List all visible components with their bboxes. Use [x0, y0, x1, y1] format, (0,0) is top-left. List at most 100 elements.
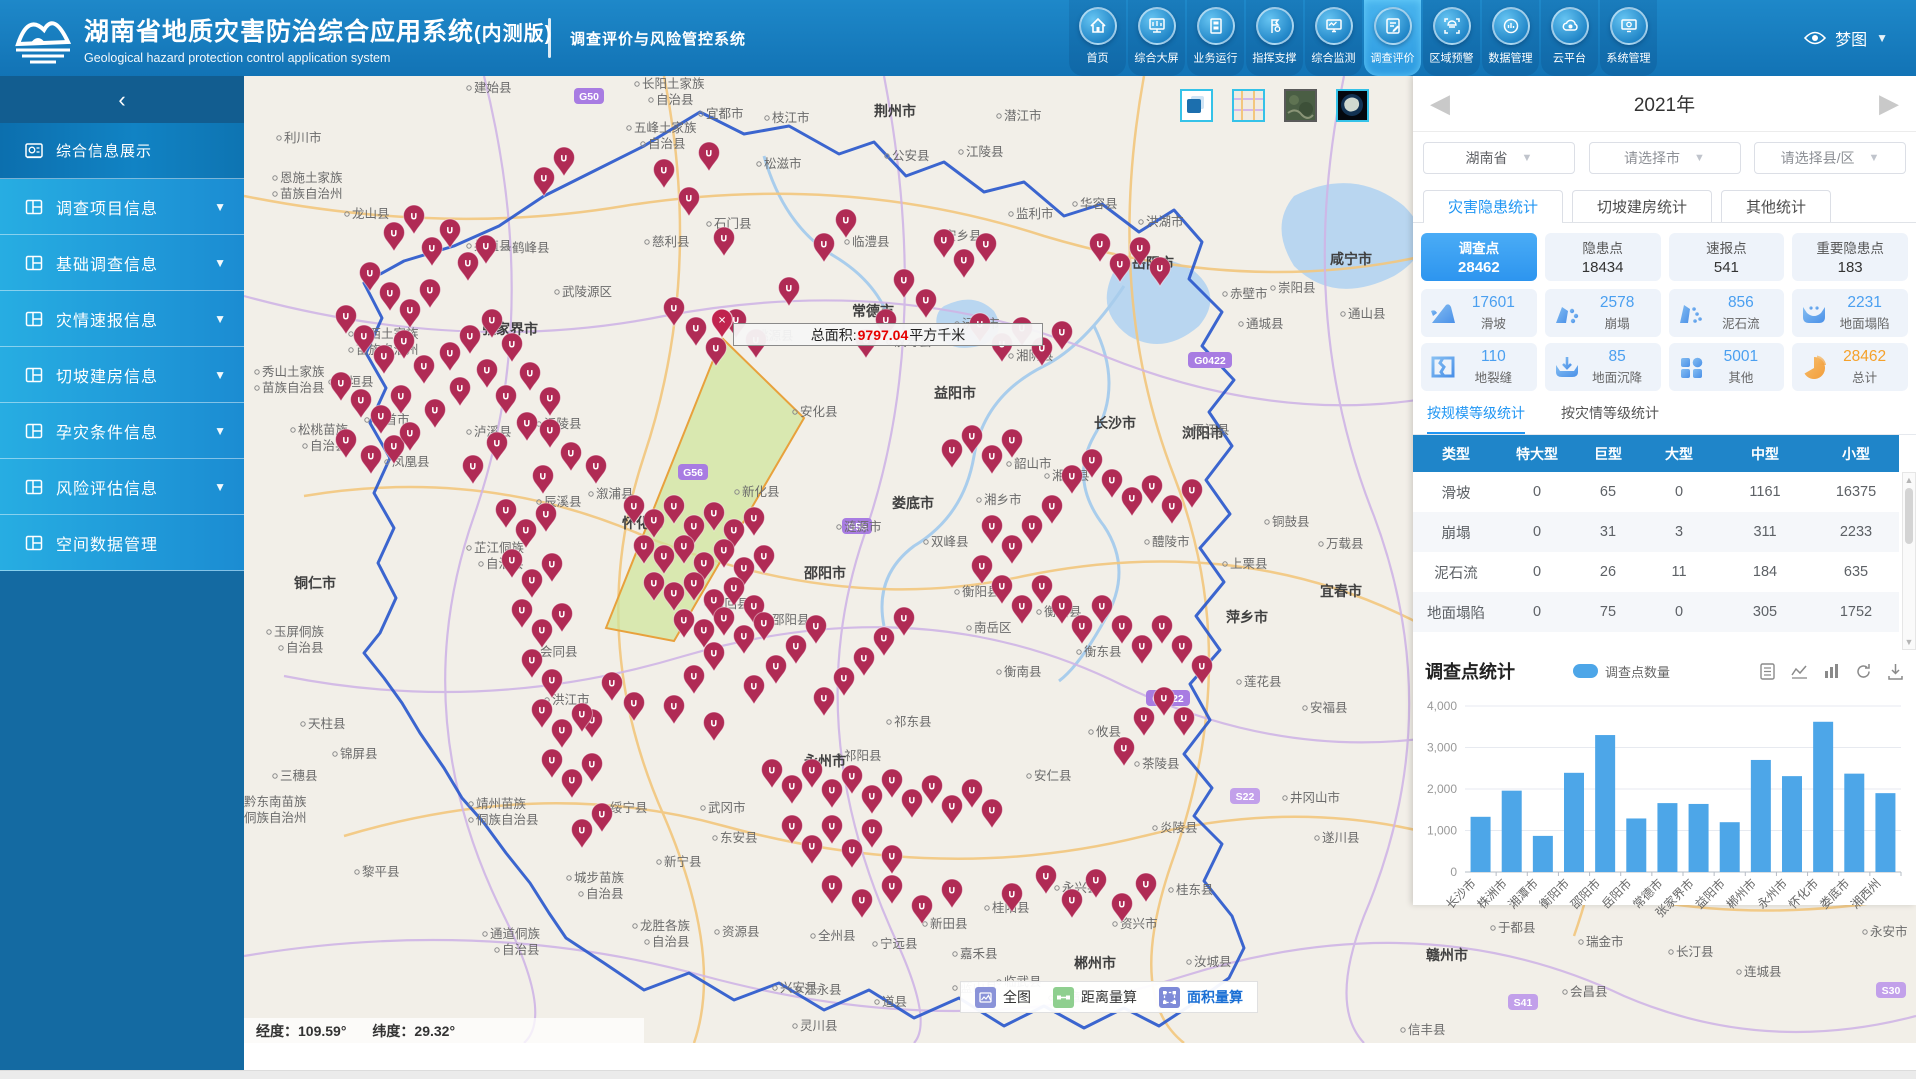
- chart-legend[interactable]: 调查点数量: [1573, 662, 1670, 681]
- select-value: 湖南省: [1466, 148, 1508, 168]
- summary-card-4[interactable]: 重要隐患点183: [1792, 233, 1908, 281]
- bar-长沙市[interactable]: [1471, 817, 1491, 872]
- map-place-label: 连城县: [1737, 964, 1782, 979]
- scroll-down-icon[interactable]: ▼: [1903, 635, 1915, 649]
- bar-永州市[interactable]: [1782, 776, 1802, 872]
- svg-text:万载县: 万载县: [1326, 537, 1364, 551]
- table-row[interactable]: 地面塌陷07503051752: [1413, 592, 1899, 632]
- nav-item-survey[interactable]: 调查评价: [1364, 0, 1421, 76]
- bar-益阳市[interactable]: [1720, 822, 1740, 872]
- stat-card-landslide[interactable]: 17601滑坡: [1421, 289, 1537, 337]
- stat-tab-3[interactable]: 其他统计: [1721, 190, 1831, 222]
- nav-item-bigscreen[interactable]: 综合大屏: [1128, 0, 1185, 76]
- nav-item-command[interactable]: 指挥支撑: [1246, 0, 1303, 76]
- nav-item-data[interactable]: 数据管理: [1482, 0, 1539, 76]
- region-select-1[interactable]: 湖南省▼: [1423, 142, 1575, 174]
- table-row[interactable]: 泥石流02611184635: [1413, 552, 1899, 592]
- sidebar-collapse-button[interactable]: ‹: [0, 76, 244, 123]
- year-next-button[interactable]: ▶: [1874, 88, 1904, 119]
- refresh-icon[interactable]: [1855, 663, 1872, 680]
- map-tool-fullmap[interactable]: 全图: [975, 987, 1031, 1008]
- map-place-label: 宜都市: [699, 106, 744, 121]
- bar-常德市[interactable]: [1657, 803, 1677, 872]
- street-map-icon[interactable]: [1232, 89, 1265, 122]
- svg-text:∪: ∪: [948, 445, 957, 457]
- table-scrollbar[interactable]: ▲ ▼: [1902, 472, 1916, 650]
- bar-株洲市[interactable]: [1502, 791, 1522, 872]
- survey-icon: [1374, 7, 1412, 45]
- stat-card-total[interactable]: 28462总计: [1792, 343, 1908, 391]
- data-view-icon[interactable]: [1759, 663, 1776, 680]
- svg-text:∪: ∪: [1038, 581, 1047, 593]
- nav-label: 数据管理: [1484, 50, 1536, 66]
- bar-邵阳市[interactable]: [1595, 735, 1615, 872]
- map-tool-distance[interactable]: 距离量算: [1053, 987, 1137, 1008]
- bar-湘西州[interactable]: [1875, 793, 1895, 872]
- sidebar-item-5[interactable]: 切坡建房信息▼: [0, 347, 244, 403]
- user-area[interactable]: 梦图 ▼: [1804, 26, 1888, 50]
- layers-icon[interactable]: [1180, 89, 1213, 122]
- sidebar-item-8[interactable]: 空间数据管理: [0, 515, 244, 571]
- nav-item-region[interactable]: 区域预警: [1423, 0, 1480, 76]
- nav-item-cloud[interactable]: 云平台: [1541, 0, 1598, 76]
- bar-怀化市[interactable]: [1813, 722, 1833, 872]
- bar-chart-icon[interactable]: [1823, 663, 1840, 680]
- stat-card-fissure[interactable]: 110地裂缝: [1421, 343, 1537, 391]
- svg-text:道县: 道县: [882, 995, 907, 1009]
- summary-card-3[interactable]: 速报点541: [1669, 233, 1785, 281]
- bar-湘潭市[interactable]: [1533, 836, 1553, 872]
- stat-card-other[interactable]: 5001其他: [1669, 343, 1785, 391]
- stat-card-sinkhole[interactable]: 2231地面塌陷: [1792, 289, 1908, 337]
- scroll-up-icon[interactable]: ▲: [1903, 473, 1915, 487]
- table-row[interactable]: 崩塌03133112233: [1413, 512, 1899, 552]
- bar-郴州市[interactable]: [1751, 760, 1771, 872]
- table-icon: [24, 421, 44, 441]
- globe-map-icon[interactable]: [1336, 89, 1369, 122]
- stat-tab-2[interactable]: 切坡建房统计: [1572, 190, 1712, 222]
- sidebar-item-2[interactable]: 调查项目信息▼: [0, 179, 244, 235]
- level-subtab-1[interactable]: 按规模等级统计: [1427, 403, 1525, 434]
- level-table-head: 类型特大型巨型大型中型小型: [1413, 435, 1899, 472]
- bar-衡阳市[interactable]: [1564, 773, 1584, 872]
- stat-label: 总计: [1829, 367, 1900, 386]
- stat-tab-1[interactable]: 灾害隐患统计: [1423, 190, 1563, 222]
- stat-card-collapse[interactable]: 2578崩塌: [1545, 289, 1661, 337]
- stat-card-subsidence[interactable]: 85地面沉降: [1545, 343, 1661, 391]
- svg-text:宁远县: 宁远县: [880, 936, 918, 951]
- nav-item-monitor[interactable]: 综合监测: [1305, 0, 1362, 76]
- sidebar-item-6[interactable]: 孕灾条件信息▼: [0, 403, 244, 459]
- nav-item-system[interactable]: 系统管理: [1600, 0, 1657, 76]
- nav-item-home[interactable]: 首页: [1069, 0, 1126, 76]
- sidebar-item-4[interactable]: 灾情速报信息▼: [0, 291, 244, 347]
- region-select-3[interactable]: 请选择县/区▼: [1754, 142, 1906, 174]
- svg-text:攸县: 攸县: [1096, 724, 1121, 739]
- year-prev-button[interactable]: ◀: [1425, 88, 1455, 119]
- summary-card-2[interactable]: 隐患点18434: [1545, 233, 1661, 281]
- svg-text:邵阳县: 邵阳县: [772, 613, 810, 627]
- bar-娄底市[interactable]: [1844, 774, 1864, 872]
- nav-item-business[interactable]: 业务运行: [1187, 0, 1244, 76]
- bar-张家界市[interactable]: [1689, 804, 1709, 872]
- svg-text:洪湖市: 洪湖市: [1146, 214, 1184, 229]
- bar-岳阳市[interactable]: [1626, 818, 1646, 872]
- stat-card-debris[interactable]: 856泥石流: [1669, 289, 1785, 337]
- map-tool-label: 距离量算: [1081, 987, 1137, 1007]
- horizontal-scrollbar[interactable]: [0, 1070, 1916, 1079]
- sidebar-item-1[interactable]: 综合信息展示: [0, 123, 244, 179]
- sidebar-item-3[interactable]: 基础调查信息▼: [0, 235, 244, 291]
- sidebar-item-7[interactable]: 风险评估信息▼: [0, 459, 244, 515]
- level-subtab-2[interactable]: 按灾情等级统计: [1561, 403, 1659, 434]
- map-place-label: 湘乡市: [977, 492, 1022, 507]
- table-row[interactable]: 滑坡0650116116375: [1413, 472, 1899, 512]
- satellite-map-icon[interactable]: [1284, 89, 1317, 122]
- download-icon[interactable]: [1887, 663, 1904, 680]
- map-place-label: 黎平县: [355, 865, 400, 879]
- svg-text:∪: ∪: [542, 509, 551, 521]
- map-tool-area[interactable]: 面积量算: [1159, 987, 1243, 1008]
- table-cell: 2233: [1813, 512, 1899, 552]
- scroll-thumb[interactable]: [1905, 488, 1913, 544]
- map-place-label: 自治县: [641, 137, 686, 151]
- line-chart-icon[interactable]: [1791, 663, 1808, 680]
- region-select-2[interactable]: 请选择市▼: [1589, 142, 1741, 174]
- summary-card-1[interactable]: 调查点28462: [1421, 233, 1537, 281]
